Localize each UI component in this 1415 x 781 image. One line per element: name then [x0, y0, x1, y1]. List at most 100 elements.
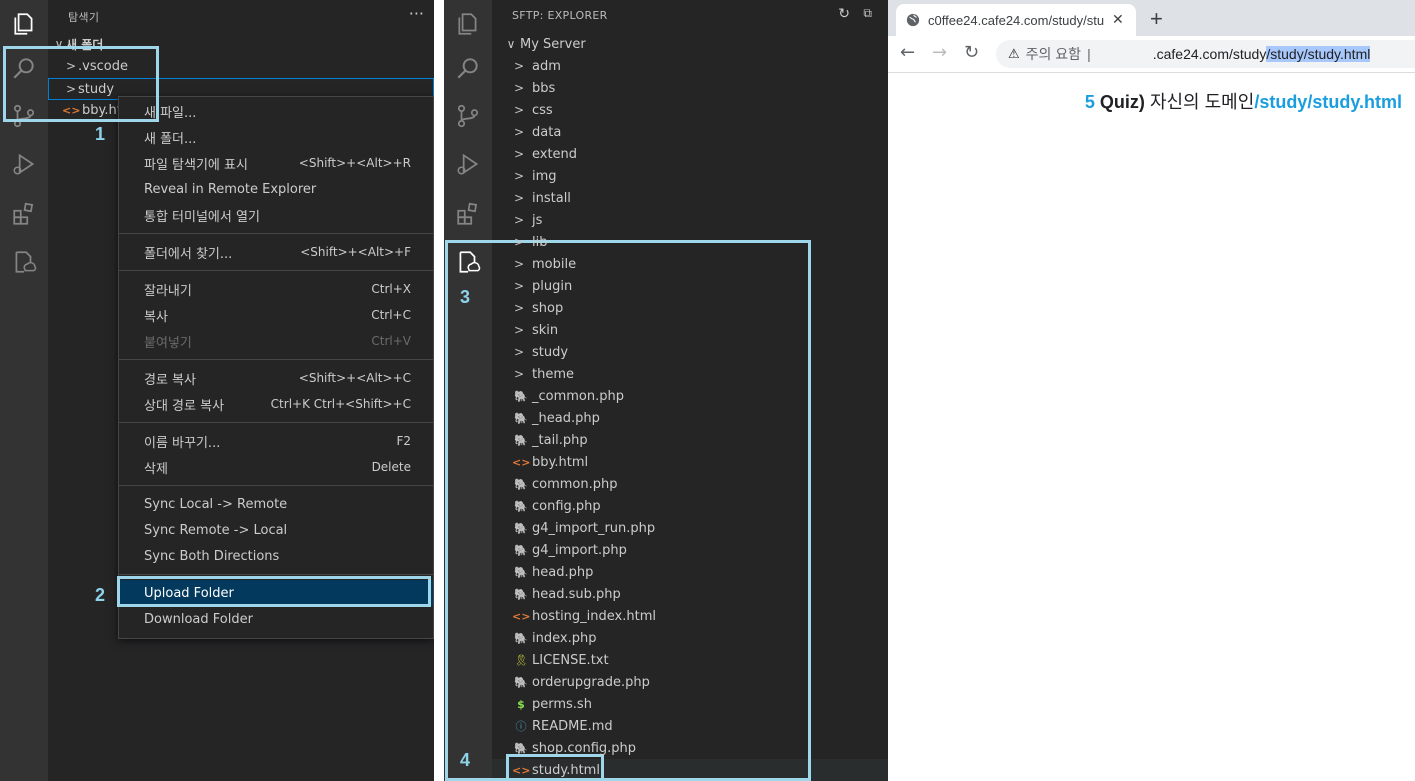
tree-folder-lib[interactable]: > lib [512, 231, 888, 253]
menu-item-open-terminal[interactable]: 통합 터미널에서 열기 [119, 202, 433, 228]
tree-file-bby-html[interactable]: <> bby.html [512, 451, 888, 473]
tree-item-label: css [532, 102, 553, 118]
tree-file-head-php[interactable]: 🐘 head.php [512, 561, 888, 583]
tree-file-g4-import-php[interactable]: 🐘 g4_import.php [512, 539, 888, 561]
tree-item-label: lib [532, 234, 548, 250]
chevron-right-icon: > [513, 81, 525, 95]
menu-item-sync-both[interactable]: Sync Both Directions [119, 543, 433, 569]
tree-folder-data[interactable]: > data [512, 121, 888, 143]
menu-item-cut[interactable]: 잘라내기 Ctrl+X [119, 276, 433, 302]
menu-separator [119, 422, 433, 423]
tree-file-readme-md[interactable]: ⓘ README.md [512, 715, 888, 737]
menu-item-sync-local-remote[interactable]: Sync Local -> Remote [119, 491, 433, 517]
tree-folder-study[interactable]: > study [512, 341, 888, 363]
menu-item-copy[interactable]: 복사 Ctrl+C [119, 302, 433, 328]
tree-file-g4-import-run-php[interactable]: 🐘 g4_import_run.php [512, 517, 888, 539]
forward-arrow-icon[interactable]: → [932, 42, 947, 63]
tree-file-shop-config-php[interactable]: 🐘 shop.config.php [512, 737, 888, 759]
menu-separator [119, 574, 433, 575]
tree-item-label: head.sub.php [532, 586, 621, 602]
php-file-icon: 🐘 [514, 631, 528, 645]
browser-panel: c0ffee24.cafe24.com/study/stud ✕ + ← → ↻… [888, 0, 1415, 781]
remote-explorer-icon[interactable] [0, 238, 48, 286]
security-warning-label: 주의 요함 [1025, 46, 1082, 62]
explorer-icon[interactable] [0, 0, 48, 48]
run-debug-icon[interactable] [444, 140, 492, 188]
tree-folder-shop[interactable]: > shop [512, 297, 888, 319]
tree-folder-plugin[interactable]: > plugin [512, 275, 888, 297]
menu-label: 파일 탐색기에 표시 [144, 157, 248, 173]
menu-shortcut: Ctrl+X [371, 282, 411, 296]
menu-item-delete[interactable]: 삭제 Delete [119, 454, 433, 480]
tree-file-perms-sh[interactable]: $ perms.sh [512, 693, 888, 715]
tree-item-label: skin [532, 322, 559, 338]
tree-file-head-sub-php[interactable]: 🐘 head.sub.php [512, 583, 888, 605]
menu-item-reveal-file-explorer[interactable]: 파일 탐색기에 표시 <Shift>+<Alt>+R [119, 150, 433, 176]
menu-shortcut: Ctrl+K Ctrl+<Shift>+C [270, 397, 411, 411]
refresh-icon[interactable]: ↻ [838, 6, 850, 22]
tree-folder-img[interactable]: > img [512, 165, 888, 187]
tree-folder-theme[interactable]: > theme [512, 363, 888, 385]
tree-item-label: common.php [532, 476, 618, 492]
sftp-explorer-panel: SFTP: EXPLORER ↻ ⧉ 3 4 ∨ My Server > adm > bb… [444, 0, 888, 781]
tree-root-my-server[interactable]: ∨ My Server [504, 33, 888, 55]
tree-folder-adm[interactable]: > adm [512, 55, 888, 77]
tree-file-hosting-index-html[interactable]: <> hosting_index.html [512, 605, 888, 627]
info-icon: ⓘ [515, 720, 527, 733]
explorer-icon[interactable] [444, 0, 492, 48]
tree-file-index-php[interactable]: 🐘 index.php [512, 627, 888, 649]
collapse-all-icon[interactable]: ⧉ [863, 6, 872, 21]
tree-folder-css[interactable]: > css [512, 99, 888, 121]
menu-item-download-folder[interactable]: Download Folder [119, 606, 433, 632]
menu-item-copy-path[interactable]: 경로 복사 <Shift>+<Alt>+C [119, 365, 433, 391]
tree-file-common-php[interactable]: 🐘 common.php [512, 473, 888, 495]
tree-file--head-php[interactable]: 🐘 _head.php [512, 407, 888, 429]
menu-label: 이름 바꾸기... [144, 435, 221, 451]
run-debug-icon[interactable] [0, 140, 48, 188]
tree-file--tail-php[interactable]: 🐘 _tail.php [512, 429, 888, 451]
new-tab-button[interactable]: + [1150, 6, 1163, 32]
address-bar[interactable]: ⚠ 주의 요함 | .cafe24.com/study/study/study.… [996, 40, 1415, 68]
tree-file-orderupgrade-php[interactable]: 🐘 orderupgrade.php [512, 671, 888, 693]
more-actions-icon[interactable]: ··· [409, 4, 424, 23]
reload-icon[interactable]: ↻ [964, 42, 979, 63]
tree-folder-extend[interactable]: > extend [512, 143, 888, 165]
quiz-number: 5 [1084, 92, 1095, 112]
menu-label: Sync Remote -> Local [144, 522, 288, 538]
close-icon[interactable]: ✕ [1112, 12, 1124, 28]
back-arrow-icon[interactable]: ← [900, 42, 915, 63]
tree-file--common-php[interactable]: 🐘 _common.php [512, 385, 888, 407]
php-file-icon: 🐘 [514, 741, 528, 755]
tree-item-label: study.html [532, 762, 600, 778]
menu-item-find-in-folder[interactable]: 폴더에서 찾기... <Shift>+<Alt>+F [119, 239, 433, 265]
extensions-icon[interactable] [0, 190, 48, 238]
highlight-box-step2 [117, 576, 431, 607]
menu-item-reveal-remote[interactable]: Reveal in Remote Explorer [119, 176, 433, 202]
tree-item-label: _head.php [532, 410, 600, 426]
tree-folder-mobile[interactable]: > mobile [512, 253, 888, 275]
tree-folder-js[interactable]: > js [512, 209, 888, 231]
quiz-path: /study/study.html [1254, 92, 1402, 112]
chevron-right-icon: > [513, 301, 525, 315]
tree-folder-install[interactable]: > install [512, 187, 888, 209]
search-icon[interactable] [444, 44, 492, 92]
menu-item-new-folder[interactable]: 새 폴더... [119, 124, 433, 150]
extensions-icon[interactable] [444, 190, 492, 238]
menu-item-copy-relative-path[interactable]: 상대 경로 복사 Ctrl+K Ctrl+<Shift>+C [119, 391, 433, 417]
chevron-right-icon: > [513, 125, 525, 139]
source-control-icon[interactable] [444, 92, 492, 140]
tree-file-config-php[interactable]: 🐘 config.php [512, 495, 888, 517]
menu-item-new-file[interactable]: 새 파일... [119, 98, 433, 124]
menu-shortcut: Delete [371, 460, 411, 474]
tree-item-label: bbs [532, 80, 556, 96]
tree-file-study-html[interactable]: <> study.html [512, 759, 888, 781]
tree-file-license-txt[interactable]: 🎗 LICENSE.txt [512, 649, 888, 671]
menu-item-rename[interactable]: 이름 바꾸기... F2 [119, 428, 433, 454]
browser-tab[interactable]: c0ffee24.cafe24.com/study/stud ✕ [896, 4, 1136, 36]
tree-folder-bbs[interactable]: > bbs [512, 77, 888, 99]
php-file-icon: 🐘 [514, 411, 528, 425]
tree-folder-skin[interactable]: > skin [512, 319, 888, 341]
menu-label: Sync Local -> Remote [144, 496, 288, 512]
menu-item-sync-remote-local[interactable]: Sync Remote -> Local [119, 517, 433, 543]
menu-label: 붙여넣기 [144, 335, 192, 351]
